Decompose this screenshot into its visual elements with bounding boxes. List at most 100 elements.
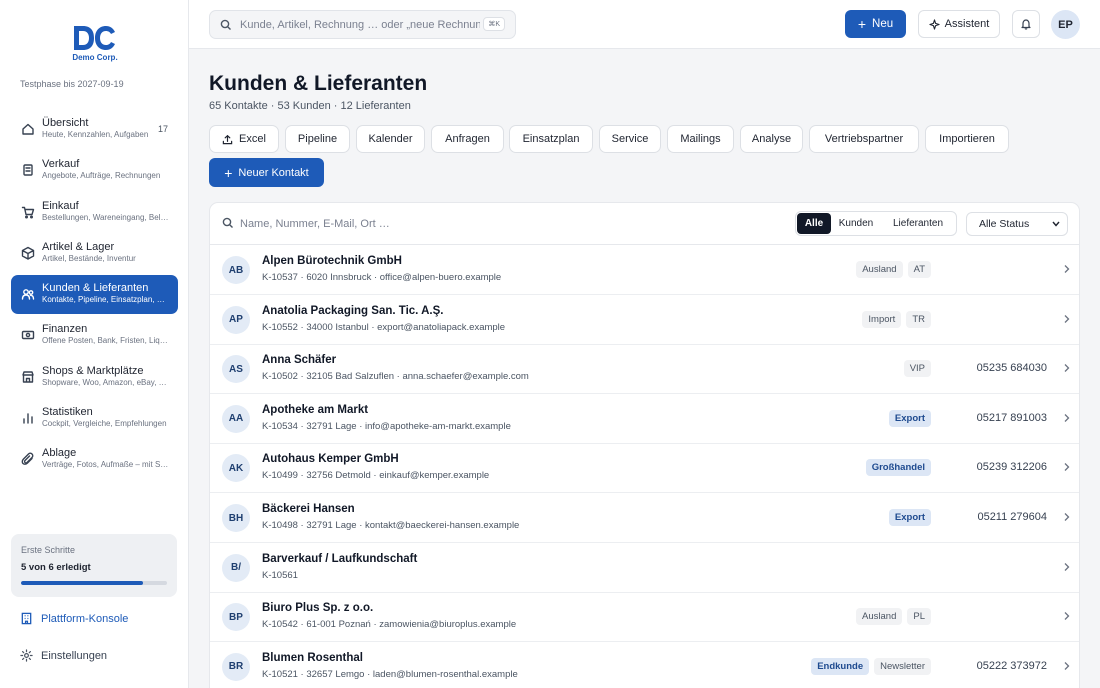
tab-analyse[interactable]: Analyse [740,125,803,153]
settings-label: Einstellungen [41,649,108,662]
contact-tags: VIP [903,360,931,378]
segment-lieferanten[interactable]: Lieferanten [881,213,955,234]
contact-details: K-10498 · 32791 Lage · kontakt@baeckerei… [262,520,520,531]
contact-tag: Ausland [856,261,903,278]
sidebar-item-sub: Verträge, Fotos, Aufmaße – mit Suche [42,460,170,470]
contact-details: K-10561 [262,569,298,581]
bell-icon [1021,19,1031,30]
user-avatar[interactable]: EP [1051,10,1080,39]
page-title: Kunden & Lieferanten [209,72,428,95]
shop-icon [22,371,34,383]
contact-avatar: B/ [222,553,250,582]
contact-tag: VIP [903,360,931,378]
contact-name: Biuro Plus Sp. z o.o. [262,602,374,615]
segment-alle[interactable]: Alle [797,213,831,234]
contact-tags: Export [888,409,931,427]
tab-einsatzplan[interactable]: Einsatzplan [509,125,593,153]
contact-avatar: BP [222,603,250,632]
contact-row[interactable]: AB Alpen Bürotechnik GmbH K-10537 · 6020 I… [210,245,1079,295]
tab-mailings[interactable]: Mailings [667,125,734,153]
contact-tag: Großhandel [865,459,931,477]
brand-name: Demo Corp. [72,53,118,62]
tab-vertriebspartner[interactable]: Vertriebspartner [809,125,919,153]
contact-row[interactable]: AP Anatolia Packaging San. Tic. A.Ş. K-105… [210,295,1079,345]
tab-excel[interactable]: Excel [209,125,279,153]
sidebar-item-statistiken[interactable]: Statistiken Cockpit, Vergleiche, Empfehl… [11,399,178,438]
logo-mark-icon [74,26,115,50]
tab-pipeline[interactable]: Pipeline [285,125,350,153]
sidebar-item-finanzen[interactable]: Finanzen Offene Posten, Bank, Fristen, L… [11,316,178,355]
contact-tag: AT [907,261,931,278]
contact-details: K-10499 · 32756 Detmold · einkauf@kemper… [262,470,490,482]
contact-search-input[interactable] [240,215,540,233]
brand-logo[interactable]: Demo Corp. [72,24,118,62]
sidebar-item-sub: Kontakte, Pipeline, Einsatzplan, Service [42,295,170,305]
contact-avatar: BH [222,504,250,532]
contact-phone: 05222 373972 [976,659,1047,672]
onboarding-title: Erste Schritte [21,545,76,555]
sidebar-item-kunden-lieferanten[interactable]: Kunden & Lieferanten Kontakte, Pipeline,… [11,275,178,315]
assistant-button[interactable]: Assistent [918,10,1000,38]
sparkle-icon [929,18,940,30]
contact-tag: Ausland [856,608,903,626]
onboarding-status: 5 von 6 erledigt [21,562,91,573]
sidebar-item-verkauf[interactable]: Verkauf Angebote, Aufträge, Rechnungen [11,151,178,190]
sidebar-item-shops-marktplaetze[interactable]: Shops & Marktplätze Shopware, Woo, Amazo… [11,358,178,397]
sidebar-item-artikel-lager[interactable]: Artikel & Lager Artikel, Bestände, Inven… [11,234,178,273]
chevron-right-icon [1064,413,1070,422]
contact-avatar: AS [222,355,250,384]
segment-kunden[interactable]: Kunden [831,213,881,234]
chevron-right-icon [1064,513,1070,521]
sidebar-item-uebersicht[interactable]: Übersicht Heute, Kennzahlen, Aufgaben 17 [11,110,178,149]
sidebar-item-einkauf[interactable]: Einkauf Bestellungen, Wareneingang, Bele… [11,193,178,232]
sidebar-item-count: 17 [157,124,168,134]
filter-bar: Alle Kunden Lieferanten Alle Status [210,203,1079,245]
contact-avatar: AK [222,454,250,483]
notifications-button[interactable] [1012,10,1040,38]
contact-row[interactable]: BP Biuro Plus Sp. z o.o. K-10542 · 61-001 … [210,592,1079,643]
contact-avatar: BR [222,652,250,681]
contact-avatar: AB [222,256,250,284]
tab-kalender[interactable]: Kalender [356,125,425,153]
contact-phone: 05211 279604 [977,511,1047,523]
new-contact-button[interactable]: + Neuer Kontakt [209,158,324,187]
global-search[interactable]: ⌘K [209,10,516,39]
status-filter-select[interactable]: Alle Status [966,212,1068,236]
chevron-right-icon [1064,562,1070,571]
platform-console-link[interactable]: Plattform-Konsole [20,612,128,625]
contact-name: Bäckerei Hansen [262,503,355,515]
building-icon [21,612,32,625]
contact-row[interactable]: BH Bäckerei Hansen K-10498 · 32791 Lage · … [210,493,1079,543]
settings-icon [20,649,33,662]
contact-row[interactable]: BR Blumen Rosenthal K-10521 · 32657 Lemgo … [210,642,1079,688]
home-icon [22,123,34,135]
tab-importieren[interactable]: Importieren [925,125,1009,153]
sidebar-item-label: Einkauf [42,199,79,212]
contact-row[interactable]: AK Autohaus Kemper GmbH K-10499 · 32756 De… [210,443,1079,494]
sidebar-item-sub: Offene Posten, Bank, Fristen, Liquidität [42,336,170,346]
contact-row[interactable]: AA Apotheke am Markt K-10534 · 32791 Lage … [210,394,1079,444]
contact-tag: TR [906,310,931,328]
trial-notice: Testphase bis 2027-09-19 [20,79,124,89]
new-contact-label: Neuer Kontakt [238,166,309,179]
contact-name: Anna Schäfer [262,354,337,367]
onboarding-progress-card[interactable]: Erste Schritte 5 von 6 erledigt [11,534,177,597]
contact-row[interactable]: B/Barverkauf / Laufkundschaft K-10561 [210,543,1079,593]
tab-anfragen[interactable]: Anfragen [431,125,504,153]
chevron-right-icon [1064,463,1070,472]
assistant-button-label: Assistent [944,18,990,30]
contact-name: Anatolia Packaging San. Tic. A.Ş. [262,304,444,317]
plus-icon: + [224,164,233,181]
contact-name: Autohaus Kemper GmbH [262,453,399,466]
settings-link[interactable]: Einstellungen [20,649,107,662]
contact-row[interactable]: AS Anna Schäfer K-10502 · 32105 Bad Salzuf… [210,344,1079,395]
tab-service[interactable]: Service [599,125,661,153]
contact-details: K-10534 · 32791 Lage · info@apotheke-am-… [262,420,511,432]
global-search-input[interactable] [240,16,480,34]
contact-tags: Endkunde Newsletter [811,657,931,675]
onboarding-progress-bar [21,581,167,585]
status-filter-value: Alle Status [979,218,1030,230]
sidebar-item-ablage[interactable]: Ablage Verträge, Fotos, Aufmaße – mit Su… [11,440,178,479]
new-button[interactable]: + Neu [845,10,906,38]
contact-details: K-10552 · 34000 Istanbul · export@anatol… [262,321,506,333]
